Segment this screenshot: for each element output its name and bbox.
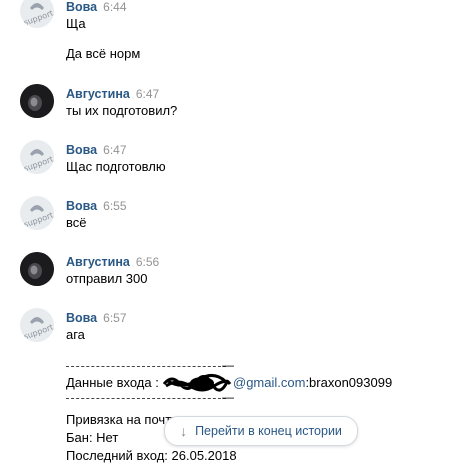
jump-to-end-button[interactable]: ↓ Перейти в конец истории xyxy=(164,416,358,446)
dashed-divider xyxy=(66,366,226,367)
message-text: всё xyxy=(66,215,87,230)
user-avatar[interactable] xyxy=(20,252,54,286)
message-text: отправил 300 xyxy=(66,271,148,286)
message-time: 6:47 xyxy=(103,143,127,157)
binding-line: Привязка на почту xyxy=(66,412,178,427)
ban-line: Бан: Нет xyxy=(66,430,119,445)
divider-tick: — xyxy=(222,358,234,372)
avatar-support-label: support xyxy=(22,211,54,230)
last-login-line: Последний вход: 26.05.2018 xyxy=(66,448,237,463)
redacted-scribble xyxy=(162,374,232,392)
message-text: ты их подготовил? xyxy=(66,103,178,118)
message-time: 6:44 xyxy=(103,0,127,14)
message-author[interactable]: Вова 6:47 xyxy=(66,143,127,157)
divider-tick: — xyxy=(222,390,234,404)
message-text: Да всё норм xyxy=(66,46,141,61)
avatar-support-label: support xyxy=(22,9,54,28)
message-author[interactable]: Августина 6:47 xyxy=(66,87,159,101)
support-avatar[interactable]: support xyxy=(20,140,54,174)
support-avatar[interactable]: support xyxy=(20,196,54,230)
arrow-down-icon: ↓ xyxy=(180,423,188,439)
message-author[interactable]: Вова 6:44 xyxy=(66,0,127,14)
dashed-divider xyxy=(66,398,226,399)
support-avatar[interactable]: support xyxy=(20,308,54,342)
avatar-support-label: support xyxy=(22,323,54,342)
user-avatar[interactable] xyxy=(20,84,54,118)
email-domain-link[interactable]: @gmail.com xyxy=(233,375,305,390)
message-text: Щас подготовлю xyxy=(66,159,166,174)
support-avatar[interactable]: support xyxy=(20,0,54,28)
message-time: 6:55 xyxy=(103,199,127,213)
login-details-line: Данные входа : xyxy=(66,375,159,390)
message-author[interactable]: Августина 6:56 xyxy=(66,255,159,269)
message-text: Ща xyxy=(66,16,86,31)
avatar-support-label: support xyxy=(22,155,54,174)
chat-history: support Вова 6:44 Ща Да всё норм Августин… xyxy=(0,0,462,465)
message-text: ага xyxy=(66,327,85,342)
message-time: 6:47 xyxy=(135,87,160,101)
message-author[interactable]: Вова 6:57 xyxy=(66,311,127,325)
password-text: :braxon093099 xyxy=(305,375,393,390)
jump-to-end-label: Перейти в конец истории xyxy=(195,424,342,438)
login-credentials: @gmail.com:braxon093099 xyxy=(233,375,392,390)
message-author[interactable]: Вова 6:55 xyxy=(66,199,127,213)
message-time: 6:56 xyxy=(135,255,160,269)
login-label: Данные входа : xyxy=(66,375,159,390)
message-time: 6:57 xyxy=(103,311,127,325)
